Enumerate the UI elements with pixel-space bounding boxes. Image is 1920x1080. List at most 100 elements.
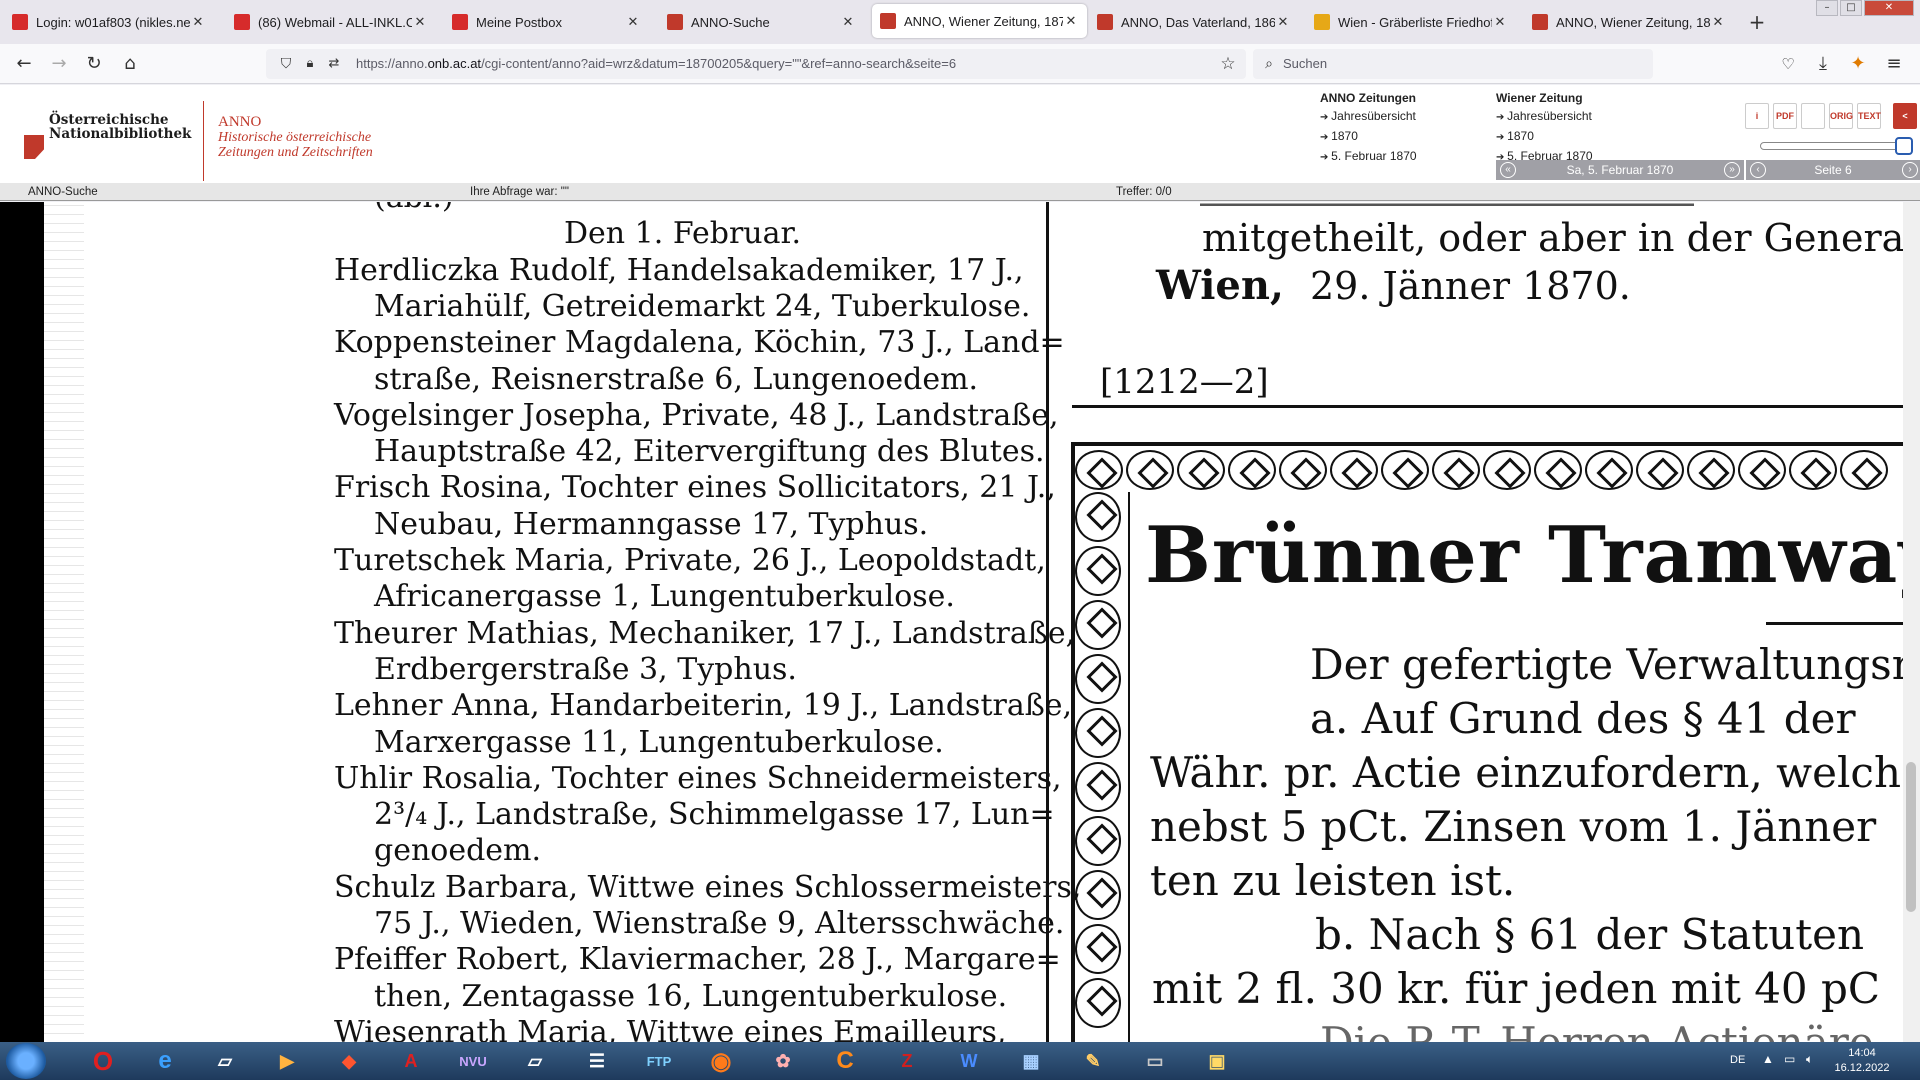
- pdf-icon[interactable]: PDF: [1773, 103, 1797, 129]
- language-indicator[interactable]: DE: [1730, 1054, 1745, 1066]
- browser-tab[interactable]: ANNO, Das Vaterland, 1861-0✕: [1089, 7, 1299, 37]
- firefox-icon[interactable]: ◉: [696, 1044, 746, 1078]
- tab-close-icon[interactable]: ✕: [840, 14, 856, 30]
- next-page-icon[interactable]: ›: [1902, 162, 1918, 178]
- search-link[interactable]: ANNO-Suche: [28, 186, 98, 198]
- file-explorer-icon[interactable]: ▣: [1192, 1044, 1242, 1078]
- permissions-icon[interactable]: ⇄: [322, 52, 346, 76]
- nav-heading[interactable]: ANNO Zeitungen: [1320, 89, 1417, 107]
- puzzle-app-icon[interactable]: ✿: [758, 1044, 808, 1078]
- nav-link-date[interactable]: 5. Februar 1870: [1320, 147, 1416, 167]
- browser-tab[interactable]: (86) Webmail - ALL-INKL.COM✕: [226, 7, 436, 37]
- tab-close-icon[interactable]: ✕: [412, 14, 428, 30]
- onb-logo-icon[interactable]: [24, 135, 44, 159]
- tray-arrow-icon[interactable]: ▲: [1762, 1052, 1774, 1066]
- lock-icon[interactable]: 🔒︎: [298, 52, 322, 76]
- browser-tab[interactable]: ANNO, Wiener Zeitung, 1870- ✕: [872, 4, 1087, 38]
- notepad-icon[interactable]: ▱: [510, 1044, 560, 1078]
- home-icon[interactable]: ⌂: [118, 52, 142, 76]
- system-clock[interactable]: 14:04 16.12.2022: [1822, 1046, 1902, 1076]
- ornament-rosette: [1483, 450, 1531, 490]
- acrobat-icon[interactable]: A: [386, 1044, 436, 1078]
- prev-page-icon[interactable]: ‹: [1750, 162, 1766, 178]
- back-icon[interactable]: ←: [12, 52, 36, 76]
- browser-tab[interactable]: ANNO-Suche ✕: [659, 7, 864, 37]
- word-icon[interactable]: W: [944, 1044, 994, 1078]
- tab-favicon-icon: [12, 14, 28, 30]
- media-player-icon[interactable]: ▶: [262, 1044, 312, 1078]
- extension-icon[interactable]: ✦: [1846, 52, 1870, 76]
- maximize-button[interactable]: □: [1840, 0, 1862, 16]
- text-icon[interactable]: TEXT: [1857, 103, 1881, 129]
- tab-close-icon[interactable]: ✕: [1492, 14, 1508, 30]
- browser-tab[interactable]: Meine Postbox ✕: [444, 7, 649, 37]
- vertical-scrollbar[interactable]: [1903, 202, 1920, 1042]
- pocket-icon[interactable]: ♡: [1776, 52, 1800, 76]
- tab-close-icon[interactable]: ✕: [1710, 14, 1726, 30]
- share-icon[interactable]: <: [1893, 103, 1917, 129]
- volume-icon[interactable]: 🔈︎: [1806, 1052, 1813, 1067]
- nav-link-year[interactable]: 1870: [1320, 127, 1417, 147]
- tab-close-icon[interactable]: ✕: [190, 14, 206, 30]
- forward-icon[interactable]: →: [47, 52, 71, 76]
- url-text[interactable]: https://anno.onb.ac.at/cgi-content/anno?…: [356, 56, 956, 71]
- filezilla-icon[interactable]: Z: [882, 1044, 932, 1078]
- next-date-icon[interactable]: »: [1724, 162, 1740, 178]
- bookmark-star-icon[interactable]: ☆: [1216, 52, 1240, 76]
- c-app-icon[interactable]: C: [820, 1044, 870, 1078]
- nvu-icon[interactable]: NVU: [448, 1044, 498, 1078]
- start-button[interactable]: [6, 1043, 46, 1079]
- info-icon[interactable]: i: [1745, 103, 1769, 129]
- notice-line: Den 1. Februar.: [564, 216, 802, 252]
- nav-link-year[interactable]: 1870: [1496, 127, 1593, 147]
- new-tab-button[interactable]: +: [1745, 10, 1769, 34]
- nav-heading[interactable]: Wiener Zeitung: [1496, 89, 1593, 107]
- ad-headline: Brünner Tramway=Gese: [1145, 510, 1920, 601]
- internet-explorer-icon[interactable]: e: [140, 1044, 190, 1078]
- opera-icon[interactable]: O: [78, 1044, 128, 1078]
- browser-tab[interactable]: Wien - Gräberliste Friedhof St.✕: [1306, 7, 1516, 37]
- original-print-icon[interactable]: ORIG: [1829, 103, 1853, 129]
- ornament-rosette: [1534, 450, 1582, 490]
- paint-icon[interactable]: ✎: [1068, 1044, 1118, 1078]
- shield-icon[interactable]: ⛉: [274, 52, 298, 76]
- downloads-icon[interactable]: ⤓: [1811, 52, 1835, 76]
- scanner-icon[interactable]: ▭: [1130, 1044, 1180, 1078]
- zoom-slider[interactable]: [1760, 142, 1908, 150]
- nav-link-jahresuebersicht[interactable]: Jahresübersicht: [1320, 107, 1417, 127]
- scrollbar-thumb[interactable]: [1906, 762, 1916, 912]
- tab-close-icon[interactable]: ✕: [625, 14, 641, 30]
- double-page-icon[interactable]: [1801, 103, 1825, 129]
- search-bar[interactable]: ⌕ Suchen: [1253, 49, 1653, 79]
- prev-date-icon[interactable]: «: [1500, 162, 1516, 178]
- onb-logo-text[interactable]: Österreichische Nationalbibliothek: [49, 113, 191, 141]
- anno-subtitle-line1: Historische österreichische: [218, 130, 372, 145]
- newspaper-page-view[interactable]: (abl.) Den 1. Februar.Herdliczka Rudolf, …: [0, 202, 1920, 1042]
- notice-line: straße, Reisnerstraße 6, Lungenoedem.: [374, 361, 979, 397]
- zoom-slider-handle[interactable]: [1895, 137, 1913, 155]
- notice-line: then, Zentagasse 16, Lungentuberkulose.: [374, 978, 1008, 1014]
- tab-close-icon[interactable]: ✕: [1275, 14, 1291, 30]
- browser-tab[interactable]: Login: w01af803 (nikles.net) ✕: [4, 7, 214, 37]
- ad-body-line: mit 2 fl. 30 kr. für jeden mit 40 pC: [1152, 964, 1881, 1013]
- notice-line: Neubau, Hermanngasse 17, Typhus.: [374, 506, 929, 542]
- ftp-icon[interactable]: FTP: [634, 1044, 684, 1078]
- reload-icon[interactable]: ↻: [82, 52, 106, 76]
- menu-icon[interactable]: ≡: [1882, 52, 1906, 76]
- document-list-icon[interactable]: ☰: [572, 1044, 622, 1078]
- browser-tab-strip: Login: w01af803 (nikles.net) ✕ (86) Webmai…: [0, 0, 1920, 44]
- nav-link-jahresuebersicht[interactable]: Jahresübersicht: [1496, 107, 1593, 127]
- ornament-border-top: [1075, 450, 1915, 490]
- close-window-button[interactable]: ✕: [1864, 0, 1914, 16]
- notice-line: Vogelsinger Josepha, Private, 48 J., Lan…: [334, 397, 1059, 433]
- network-icon[interactable]: ▭: [1784, 1052, 1795, 1066]
- browser-tab[interactable]: ANNO, Wiener Zeitung, 1861-✕: [1524, 7, 1734, 37]
- tab-close-icon[interactable]: ✕: [1063, 13, 1079, 29]
- notes-app-icon[interactable]: ▱: [200, 1044, 250, 1078]
- address-bar[interactable]: ⛉ 🔒︎ ⇄ https://anno.onb.ac.at/cgi-conten…: [266, 49, 1246, 79]
- anno-title[interactable]: ANNO: [218, 114, 261, 131]
- tab-title: ANNO, Wiener Zeitung, 1870-: [904, 13, 1063, 29]
- minimize-button[interactable]: –: [1816, 0, 1838, 16]
- control-panel-icon[interactable]: ▦: [1006, 1044, 1056, 1078]
- brave-icon[interactable]: ◆: [324, 1044, 374, 1078]
